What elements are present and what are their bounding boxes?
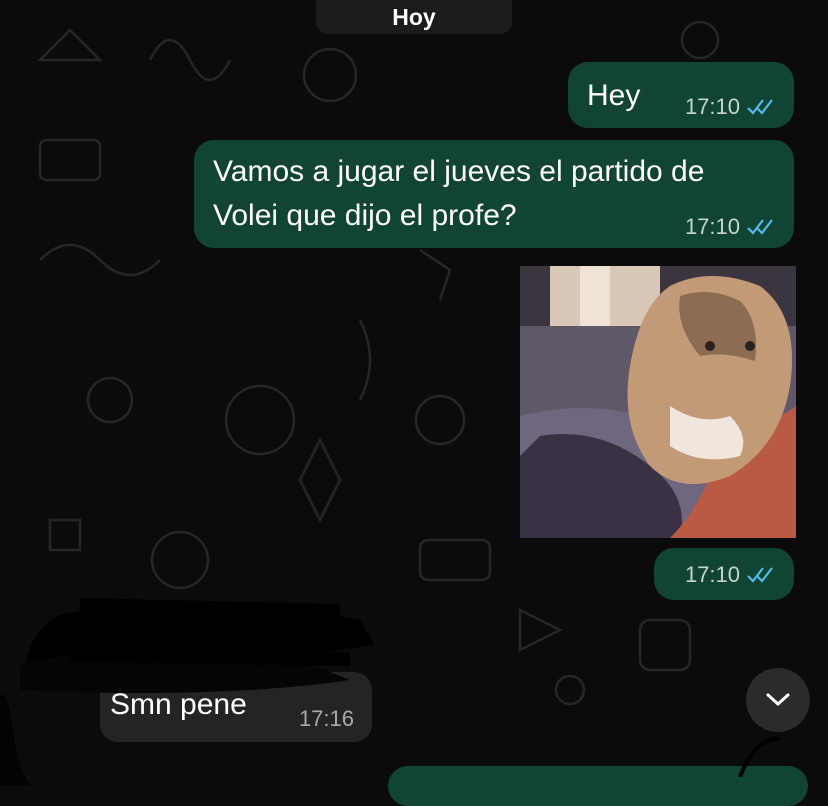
outgoing-message[interactable]: Hey 17:10: [568, 62, 794, 128]
gif-message-meta[interactable]: 17:10: [654, 548, 794, 600]
message-text: Hey: [587, 79, 641, 112]
message-text: Vamos a jugar el jueves el partido de Vo…: [213, 150, 704, 238]
redaction-scribble: [0, 598, 375, 785]
message-meta: 17:10: [685, 214, 776, 240]
outgoing-message[interactable]: Vamos a jugar el jueves el partido de Vo…: [194, 140, 794, 248]
message-time: 17:10: [684, 214, 740, 239]
message-time: 17:10: [684, 94, 740, 119]
gif-message-media[interactable]: [520, 266, 796, 538]
read-ticks-icon: [747, 567, 773, 583]
message-time: 17:10: [684, 562, 740, 587]
chevron-down-icon: [766, 693, 790, 706]
cat-gif-icon: [520, 266, 796, 538]
message-line: Volei que dijo el profe?: [213, 199, 517, 232]
scribble-mark: [738, 736, 781, 777]
read-ticks-icon: [747, 99, 773, 115]
message-meta: 17:10: [685, 94, 776, 120]
message-meta: 17:10: [685, 562, 776, 588]
message-line: Vamos a jugar el jueves el partido de: [213, 155, 705, 188]
scroll-down-button[interactable]: [746, 668, 810, 732]
read-ticks-icon: [747, 219, 773, 235]
date-separator: Hoy: [316, 0, 512, 34]
